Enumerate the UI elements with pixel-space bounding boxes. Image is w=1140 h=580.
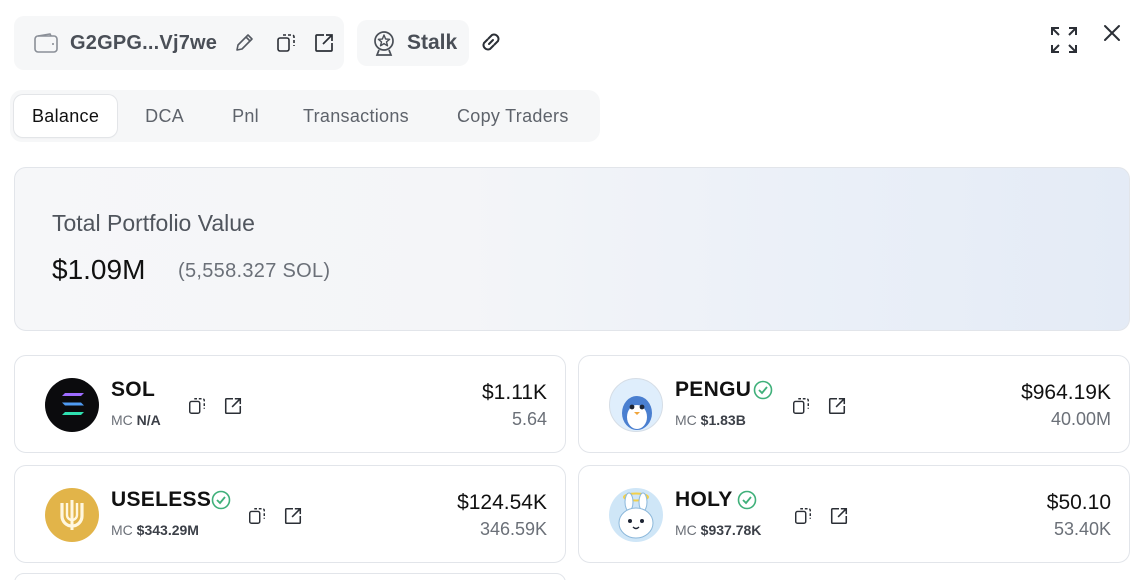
external-link-icon[interactable] bbox=[829, 506, 849, 526]
portfolio-value: $1.09M bbox=[52, 254, 146, 285]
stalk-label: Stalk bbox=[407, 31, 458, 54]
token-card-sol[interactable]: SOL MC N/A $1.11K 5.64 bbox=[14, 355, 566, 453]
token-usd-value: $1.11K bbox=[482, 381, 547, 404]
token-amount: 346.59K bbox=[479, 519, 547, 539]
wallet-icon bbox=[34, 33, 58, 53]
stalk-button[interactable]: Stalk bbox=[357, 20, 469, 66]
token-symbol: USELESS bbox=[111, 488, 212, 511]
token-card-holy[interactable]: HOLY MC $937.78K $50.10 53.40K bbox=[578, 465, 1130, 563]
copy-icon[interactable] bbox=[275, 32, 297, 54]
wallet-pill: G2GPG...Vj7we bbox=[14, 16, 344, 70]
pencil-icon[interactable] bbox=[233, 32, 255, 54]
market-cap: MC N/A bbox=[111, 412, 161, 428]
expand-icon[interactable] bbox=[1050, 26, 1078, 54]
market-cap: MC $937.78K bbox=[675, 522, 762, 538]
token-symbol: PENGU bbox=[675, 378, 752, 401]
token-usd-value: $124.54K bbox=[457, 491, 547, 514]
tab-copy-traders[interactable]: Copy Traders bbox=[439, 95, 587, 137]
token-usd-value: $50.10 bbox=[1046, 491, 1111, 514]
link-icon[interactable] bbox=[476, 27, 506, 57]
external-link-icon[interactable] bbox=[223, 396, 243, 416]
pengu-logo bbox=[609, 378, 663, 432]
verified-icon bbox=[753, 380, 773, 405]
token-symbol: SOL bbox=[111, 378, 156, 401]
market-cap: MC $343.29M bbox=[111, 522, 199, 538]
portfolio-title: Total Portfolio Value bbox=[52, 210, 255, 236]
token-amount: 5.64 bbox=[511, 409, 547, 429]
market-cap: MC $1.83B bbox=[675, 412, 746, 428]
tab-pnl[interactable]: Pnl bbox=[214, 95, 277, 137]
token-card-pengu[interactable]: PENGU MC $1.83B $964.19K 40.00M bbox=[578, 355, 1130, 453]
portfolio-sol-value: (5,558.327 SOL) bbox=[178, 260, 331, 282]
copy-icon[interactable] bbox=[793, 506, 813, 526]
token-card-partial[interactable] bbox=[14, 573, 566, 580]
token-amount: 53.40K bbox=[1053, 519, 1111, 539]
close-icon[interactable] bbox=[1101, 22, 1123, 44]
token-symbol: HOLY bbox=[675, 488, 733, 511]
wallet-address: G2GPG...Vj7we bbox=[70, 31, 218, 54]
verified-icon bbox=[737, 490, 757, 515]
external-link-icon[interactable] bbox=[827, 396, 847, 416]
tab-dca[interactable]: DCA bbox=[127, 95, 202, 137]
verified-icon bbox=[211, 490, 231, 515]
copy-icon[interactable] bbox=[247, 506, 267, 526]
token-amount: 40.00M bbox=[1050, 409, 1111, 429]
copy-icon[interactable] bbox=[791, 396, 811, 416]
token-usd-value: $964.19K bbox=[1021, 381, 1111, 404]
external-link-icon[interactable] bbox=[283, 506, 303, 526]
tab-balance[interactable]: Balance bbox=[14, 95, 118, 137]
portfolio-summary: Total Portfolio Value $1.09M (5,558.327 … bbox=[14, 167, 1130, 331]
holy-logo bbox=[609, 488, 663, 542]
tab-bar: Balance DCA Pnl Transactions Copy Trader… bbox=[10, 90, 600, 142]
solana-logo bbox=[45, 378, 99, 432]
token-card-useless[interactable]: USELESS MC $343.29M $124.54K 346.59K bbox=[14, 465, 566, 563]
useless-logo bbox=[45, 488, 99, 542]
tab-transactions[interactable]: Transactions bbox=[285, 95, 427, 137]
stalk-icon bbox=[371, 30, 397, 56]
copy-icon[interactable] bbox=[187, 396, 207, 416]
external-link-icon[interactable] bbox=[313, 32, 335, 54]
